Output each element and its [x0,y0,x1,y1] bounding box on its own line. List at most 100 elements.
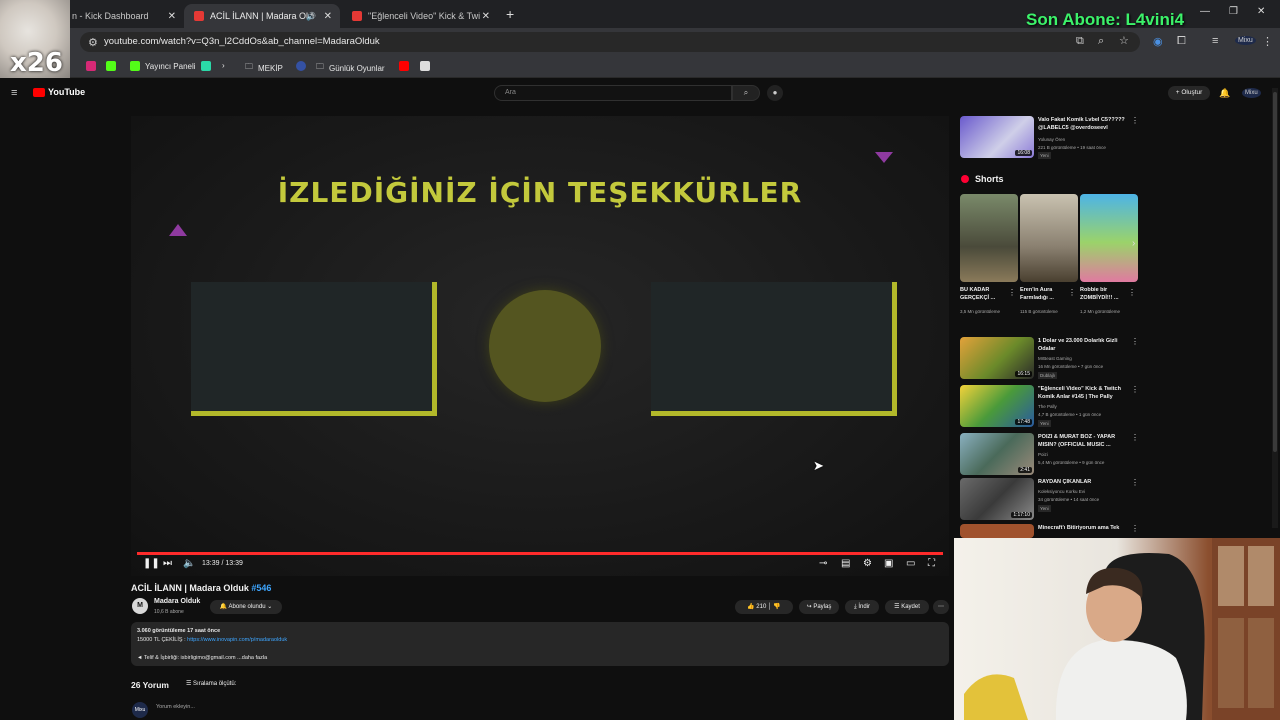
download-button[interactable]: ⤓ İndir [845,600,879,614]
reading-list-icon[interactable]: ≡ [1212,35,1218,47]
miniplayer-icon[interactable]: ▣ [884,558,893,569]
kick-bookmark-icon[interactable] [106,61,116,71]
sort-comments-button[interactable]: ☰ Sıralama ölçütü: [186,680,236,687]
end-screen-video-card-right[interactable] [651,282,897,416]
recommended-channel[interactable]: Yolunay Ören [1038,136,1130,143]
notifications-bell-icon[interactable]: 🔔 [1219,88,1230,99]
recommended-channel[interactable]: Koleksiyoncu Korku Evi [1038,488,1130,495]
pause-icon[interactable]: ❚❚ [143,558,160,569]
search-input[interactable]: Ara [494,85,732,101]
extensions-puzzle-icon[interactable]: ⧠ [1177,35,1186,48]
recommended-title[interactable]: Minecraft'ı Bitiriyorum ama Tek [1038,524,1130,532]
autoplay-toggle-icon[interactable]: ⊸ [819,558,827,569]
fullscreen-icon[interactable]: ⛶ [928,558,935,569]
save-button[interactable]: ☰ Kaydet [885,600,929,614]
search-button[interactable]: ⌕ [732,85,760,101]
like-dislike-group[interactable]: 👍 210 │ 👎 [735,600,793,614]
like-icon[interactable]: 👍 [747,604,754,610]
more-options-icon[interactable]: ⋮ [1131,433,1139,442]
short-title[interactable]: Eren'in Aura Farmladığı ... [1020,286,1072,302]
install-app-icon[interactable]: ⧉ [1076,35,1084,48]
recommended-channel[interactable]: MrBeast Gaming [1038,355,1130,362]
short-thumbnail[interactable] [1020,194,1078,282]
url-text[interactable]: youtube.com/watch?v=Q3n_l2CddOs&ab_chann… [104,36,380,47]
more-options-icon[interactable]: ⋮ [1068,288,1076,297]
recommended-thumbnail[interactable] [960,524,1034,538]
minimize-icon[interactable]: — [1200,6,1210,17]
audio-playing-icon[interactable]: 🔊 [306,12,316,21]
subtitles-icon[interactable]: ▤ [841,558,850,569]
more-options-icon[interactable]: ⋮ [1131,478,1139,487]
more-options-icon[interactable]: ⋮ [1131,337,1139,346]
zoom-icon[interactable]: ⌕ [1098,35,1104,48]
account-avatar[interactable]: Mixu [1242,88,1261,98]
browser-menu-icon[interactable]: ⋮ [1262,35,1273,48]
recommended-thumbnail[interactable]: 1:17:10 [960,478,1034,520]
shorts-next-icon[interactable]: › [1132,238,1135,249]
short-thumbnail[interactable] [960,194,1018,282]
next-icon[interactable]: ⏭ [163,558,172,569]
description-link[interactable]: https://www.inovapin.com/p/madaraolduk [187,637,287,643]
recommended-channel[interactable]: The Pally [1038,403,1130,410]
recommended-title[interactable]: 1 Dolar ve 23.000 Dolarlık Gizli Odalar [1038,337,1130,353]
youtube-logo[interactable]: YouTube [33,87,85,97]
image-bookmark-icon[interactable] [420,61,430,71]
bookmark-star-icon[interactable]: ☆ [1119,34,1129,47]
more-options-icon[interactable]: ⋮ [1131,524,1139,533]
more-actions-icon[interactable]: ⋯ [933,600,949,614]
instagram-bookmark-icon[interactable] [86,61,96,71]
more-options-icon[interactable]: ⋮ [1128,288,1136,297]
hashtag-link[interactable]: #546 [251,583,271,593]
profile-avatar[interactable]: Mixu [1235,36,1256,45]
channel-name[interactable]: Madara Olduk [154,598,200,605]
tab-madara-video[interactable]: ACİL İLANN | Madara Oldu 🔊 ✕ [184,4,340,28]
more-options-icon[interactable]: ⋮ [1008,288,1016,297]
channel-avatar[interactable]: M [132,598,148,614]
new-tab-button[interactable]: + [506,6,514,22]
recommended-thumbnail[interactable]: 17:48 [960,385,1034,427]
recommended-thumbnail[interactable]: 16:08 [960,116,1034,158]
subscribed-button[interactable]: 🔔 Abone olundu ⌄ [210,600,282,614]
maximize-icon[interactable]: ❐ [1229,6,1238,17]
bookmark-folder-mekip[interactable]: 🗀 MEKİP [245,61,283,75]
more-options-icon[interactable]: ⋮ [1131,116,1139,125]
share-button[interactable]: ↪ Paylaş [799,600,839,614]
bookmark-arrow-icon[interactable]: › [222,61,225,70]
close-tab-icon[interactable]: ✕ [324,11,332,22]
short-title[interactable]: Robbie bir ZOMBİYDİ!!! ... [1080,286,1132,302]
recommended-thumbnail[interactable]: 16:15 [960,337,1034,379]
bookmark-folder-gunluk-oyunlar[interactable]: 🗀 Günlük Oyunlar [316,61,385,75]
theater-mode-icon[interactable]: ▭ [906,558,915,569]
extension-icon[interactable]: ◉ [1153,35,1163,48]
recommended-title[interactable]: Valo Fakat Komik Lvbel C5????? @LABELC5 … [1038,116,1130,132]
hamburger-menu-icon[interactable]: ≡ [11,87,17,99]
youtube-bookmark-icon[interactable] [399,61,409,71]
short-thumbnail[interactable] [1080,194,1138,282]
recommended-title[interactable]: RAYDAN ÇIKANLAR [1038,478,1130,486]
video-player[interactable]: İZLEDİĞİNİZ İÇİN TEŞEKKÜRLER ❚❚ ⏭ 🔈 13:3… [131,116,949,576]
end-screen-subscribe-circle[interactable] [489,290,601,402]
bookmark-app-icon[interactable] [201,61,211,71]
close-tab-icon[interactable]: ✕ [482,11,490,22]
voice-search-button[interactable]: ● [767,85,783,101]
end-screen-video-card-left[interactable] [191,282,437,416]
recommended-title[interactable]: POIZI & MURAT BOZ - YAPAR MISIN? (OFFICI… [1038,433,1130,449]
description-line-3[interactable]: ◄ Telif & İşbirliği: isbirligimo@gmail.c… [137,655,267,661]
recommended-thumbnail[interactable]: 2:41 [960,433,1034,475]
close-tab-icon[interactable]: ✕ [168,11,176,22]
site-info-icon[interactable]: ⚙ [88,36,98,49]
more-options-icon[interactable]: ⋮ [1131,385,1139,394]
bookmark-globe-icon[interactable] [296,61,306,71]
recommended-channel[interactable]: Poizi [1038,451,1130,458]
volume-icon[interactable]: 🔈 [183,558,195,569]
tab-eglenceli-video[interactable]: "Eğlenceli Video" Kick & Twitch ✕ [342,4,498,28]
create-button[interactable]: + Oluştur [1168,86,1210,100]
scrollbar-thumb[interactable] [1273,92,1277,452]
dislike-icon[interactable]: 👎 [773,604,780,610]
comment-input[interactable]: Yorum ekleyin... [156,704,195,710]
short-title[interactable]: BU KADAR GERÇEKÇİ ... [960,286,1012,302]
close-window-icon[interactable]: ✕ [1257,6,1265,17]
progress-bar[interactable] [137,552,943,555]
recommended-title[interactable]: "Eğlenceli Video" Kick & Twitch Komik An… [1038,385,1130,401]
bookmark-yayinci-paneli[interactable]: Yayıncı Paneli [130,61,196,71]
